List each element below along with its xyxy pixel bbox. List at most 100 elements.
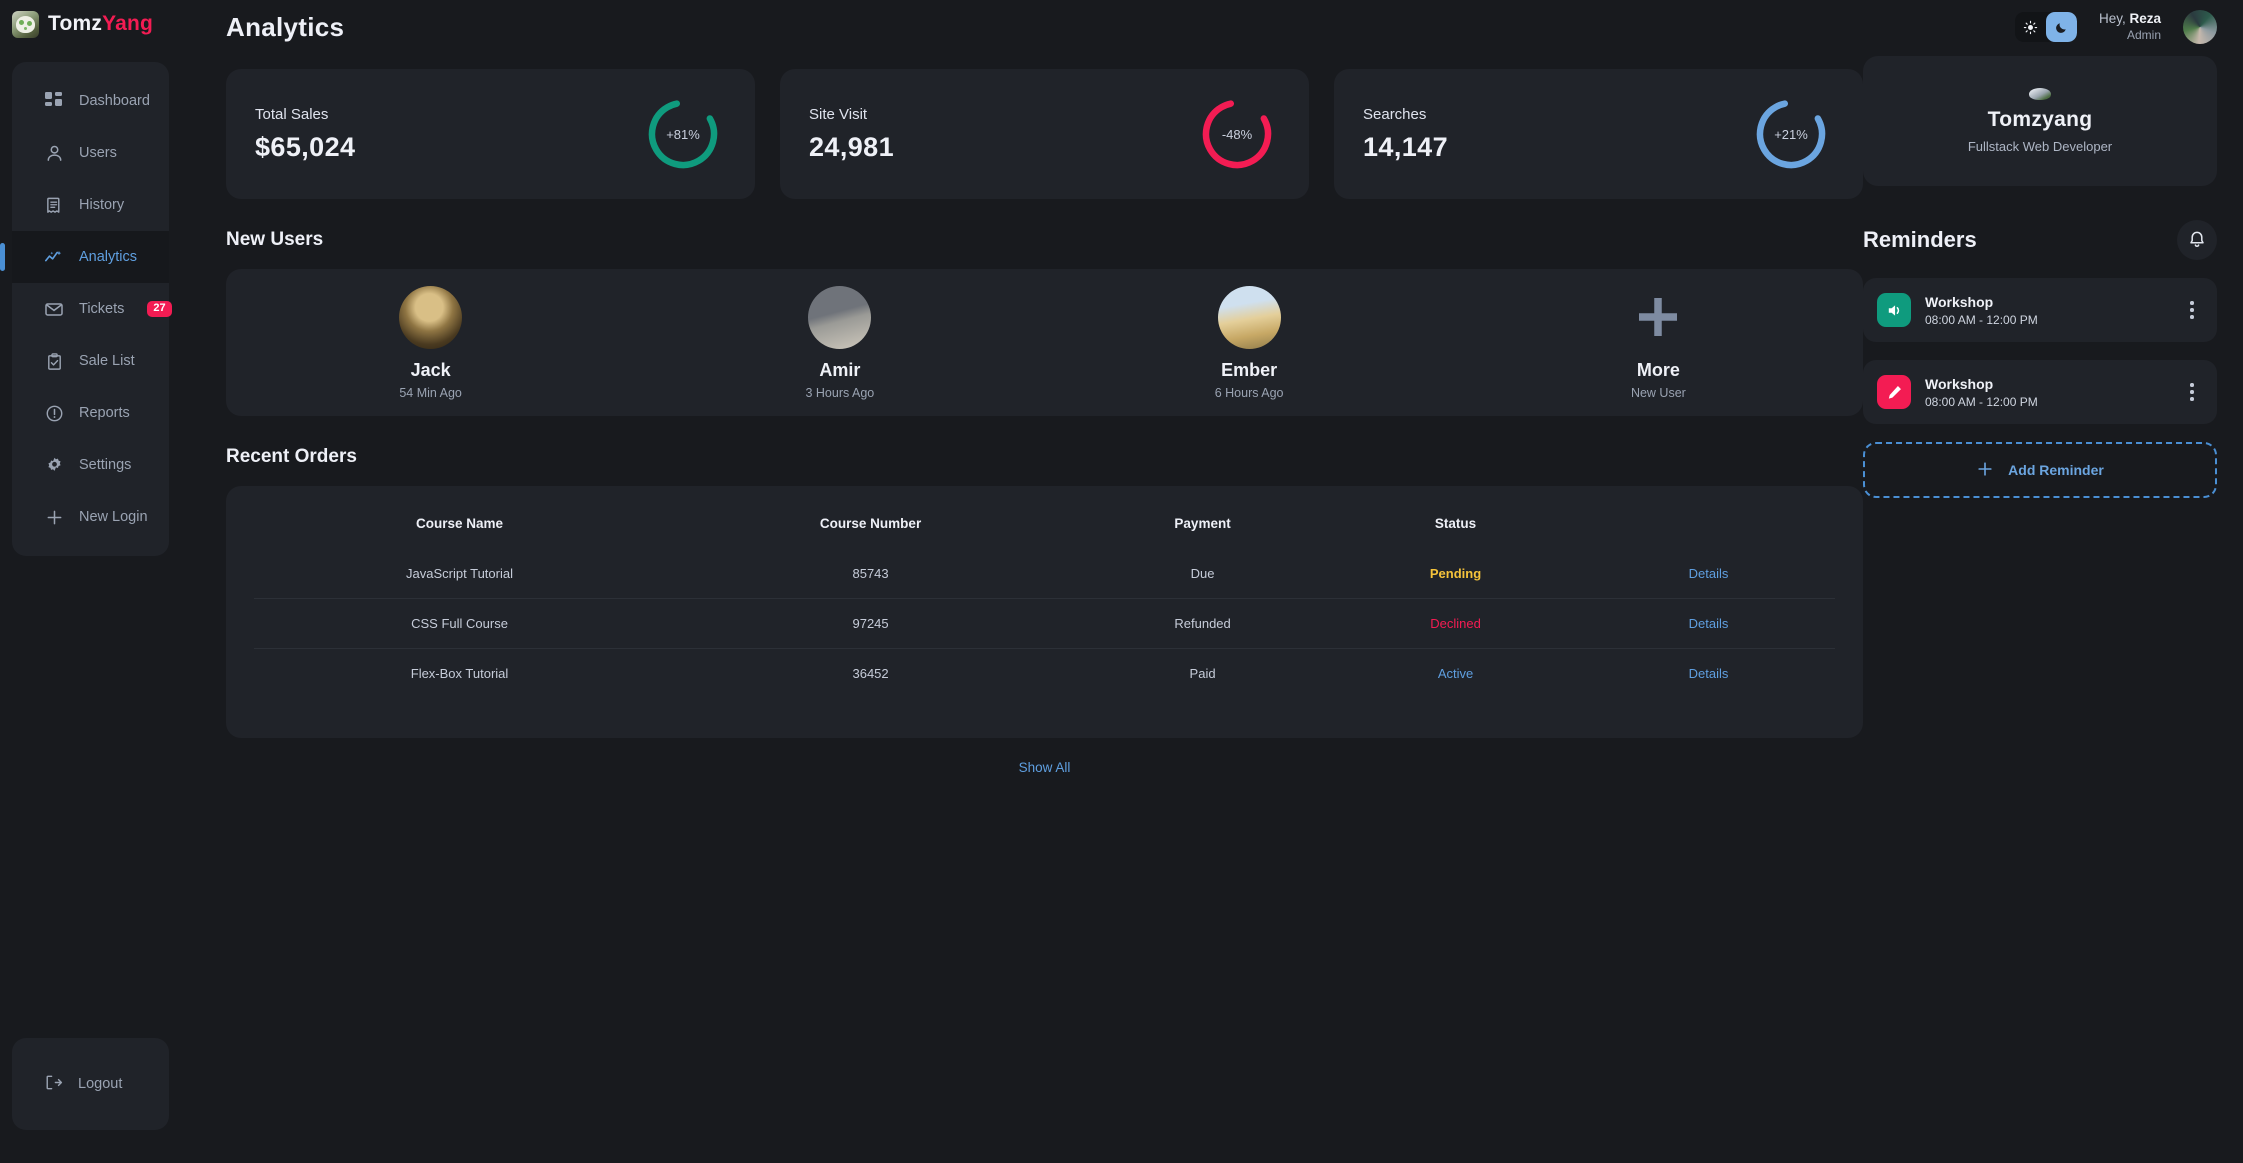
avatar[interactable] xyxy=(2183,10,2217,44)
add-new-user-item[interactable]: More New User xyxy=(1454,286,1863,400)
sidebar-item-tickets[interactable]: Tickets 27 xyxy=(12,283,172,335)
tickets-badge: 27 xyxy=(147,301,172,317)
new-user-name: Ember xyxy=(1221,359,1278,380)
greeting-prefix: Hey, xyxy=(2098,11,2130,27)
stat-cards-row: Total Sales $65,024 +81% Site Visit 24,9… xyxy=(226,69,1863,199)
new-users-panel: Jack 54 Min Ago Amir 3 Hours Ago Ember 6… xyxy=(226,269,1863,416)
greeting-line: Hey, Reza xyxy=(2099,11,2161,28)
table-row: Flex-Box Tutorial 36452 Paid Active Deta… xyxy=(254,648,1835,698)
analytics-chart-icon xyxy=(44,247,64,267)
new-user-time: 6 Hours Ago xyxy=(1214,385,1284,400)
theme-toggle[interactable] xyxy=(2014,12,2077,42)
brand-name: TomzYang xyxy=(48,12,153,36)
stat-text: Site Visit 24,981 xyxy=(809,106,894,163)
sidebar: TomzYang Dashboard Users History Analyti… xyxy=(0,0,181,1163)
stat-progress-ring: +21% xyxy=(1752,95,1830,173)
active-indicator-bar xyxy=(0,243,5,271)
new-user-time: 54 Min Ago xyxy=(399,385,462,400)
logout-button[interactable]: Logout xyxy=(12,1073,122,1096)
column-header-actions xyxy=(1582,508,1835,549)
column-header-payment: Payment xyxy=(1174,516,1231,531)
dashboard-grid-icon xyxy=(44,91,64,111)
cell-payment: Paid xyxy=(1076,648,1330,698)
bell-icon[interactable] xyxy=(2177,220,2217,260)
add-new-user-sublabel: New User xyxy=(1630,385,1686,400)
add-reminder-button[interactable]: Add Reminder xyxy=(1863,442,2217,498)
sidebar-item-label: Sale List xyxy=(79,353,135,369)
avatar xyxy=(399,285,463,349)
new-user-item[interactable]: Ember 6 Hours Ago xyxy=(1045,285,1454,400)
stat-progress-ring: +81% xyxy=(644,95,722,173)
details-link[interactable]: Details xyxy=(1582,598,1835,649)
add-new-user-label: More xyxy=(1636,359,1680,380)
user-role: Admin xyxy=(2126,27,2161,42)
sidebar-item-history[interactable]: History xyxy=(12,179,169,231)
more-vertical-icon[interactable] xyxy=(2183,301,2201,319)
new-users-title: New Users xyxy=(226,229,324,250)
sidebar-item-users[interactable]: Users xyxy=(12,127,169,179)
main-area: Analytics Total Sales $65,024 +81% Site … xyxy=(181,0,2243,1163)
history-list-icon xyxy=(44,195,64,215)
more-vertical-icon[interactable] xyxy=(2183,383,2201,401)
stat-delta: -48% xyxy=(1221,126,1253,142)
stat-label: Searches xyxy=(1363,105,1427,123)
cell-course-name: Flex-Box Tutorial xyxy=(254,648,666,698)
sidebar-nav: Dashboard Users History Analytics Ticket… xyxy=(0,62,172,556)
moon-icon[interactable] xyxy=(2045,12,2077,42)
brand-logo-area[interactable]: TomzYang xyxy=(0,0,181,48)
app-logo-icon xyxy=(12,10,39,38)
profile-thumbnail xyxy=(2029,88,2051,100)
status-badge: Pending xyxy=(1429,566,1482,581)
user-name: Reza xyxy=(2129,11,2161,27)
app-root: TomzYang Dashboard Users History Analyti… xyxy=(0,0,2243,1163)
table-header-row: Course Name Course Number Payment Status xyxy=(254,508,1835,549)
column-header-course-number: Course Number xyxy=(819,516,922,531)
brand-name-part1: Tomz xyxy=(48,12,103,35)
show-all-link[interactable]: Show All xyxy=(226,760,1863,775)
greeting-block: Hey, Reza Admin xyxy=(2099,11,2161,43)
details-link[interactable]: Details xyxy=(1582,648,1835,698)
logout-panel: Logout xyxy=(12,1038,169,1130)
plus-icon xyxy=(1976,460,1994,481)
reminder-item[interactable]: Workshop 08:00 AM - 12:00 PM xyxy=(1863,278,2217,342)
sidebar-item-new-login[interactable]: New Login xyxy=(12,491,169,543)
cell-course-name: CSS Full Course xyxy=(254,598,666,649)
stat-value: $65,024 xyxy=(255,131,356,162)
cell-course-number: 97245 xyxy=(665,598,1077,649)
cell-payment: Due xyxy=(1190,566,1215,581)
gear-icon xyxy=(44,455,64,475)
table-head: Course Name Course Number Payment Status xyxy=(254,508,1835,549)
new-user-item[interactable]: Jack 54 Min Ago xyxy=(226,285,635,400)
topbar: Hey, Reza Admin xyxy=(2014,10,2217,44)
status-badge: Declined xyxy=(1329,598,1582,649)
sun-icon[interactable] xyxy=(2015,12,2046,42)
reminder-item[interactable]: Workshop 08:00 AM - 12:00 PM xyxy=(1863,360,2217,424)
new-user-name: Amir xyxy=(819,359,861,380)
table-body: JavaScript Tutorial 85743 Due Pending De… xyxy=(254,549,1835,698)
stat-label: Site Visit xyxy=(809,105,868,123)
stat-card-searches[interactable]: Searches 14,147 +21% xyxy=(1334,69,1863,199)
sidebar-item-dashboard[interactable]: Dashboard xyxy=(12,75,169,127)
stat-card-site-visit[interactable]: Site Visit 24,981 -48% xyxy=(780,69,1309,199)
table-row: JavaScript Tutorial 85743 Due Pending De… xyxy=(254,549,1835,599)
logout-label: Logout xyxy=(78,1076,123,1092)
sidebar-item-reports[interactable]: Reports xyxy=(12,387,169,439)
details-link[interactable]: Details xyxy=(1582,549,1835,599)
sidebar-item-label: Settings xyxy=(79,457,132,473)
stat-value: 14,147 xyxy=(1363,131,1448,162)
sidebar-item-analytics[interactable]: Analytics xyxy=(0,231,169,283)
sidebar-item-label: Reports xyxy=(79,405,130,421)
reminder-name: Workshop xyxy=(1925,293,1994,310)
stat-card-total-sales[interactable]: Total Sales $65,024 +81% xyxy=(226,69,755,199)
center-column: Analytics Total Sales $65,024 +81% Site … xyxy=(181,0,1863,1163)
sidebar-item-settings[interactable]: Settings xyxy=(12,439,169,491)
sidebar-item-sale-list[interactable]: Sale List xyxy=(12,335,169,387)
status-badge: Active xyxy=(1329,648,1582,698)
stat-progress-ring: -48% xyxy=(1198,95,1276,173)
add-reminder-label: Add Reminder xyxy=(2008,462,2104,478)
profile-card[interactable]: Tomzyang Fullstack Web Developer xyxy=(1863,56,2217,186)
profile-name: Tomzyang xyxy=(1987,108,2093,131)
plus-icon xyxy=(1627,286,1690,349)
stat-text: Total Sales $65,024 xyxy=(255,106,355,163)
new-user-item[interactable]: Amir 3 Hours Ago xyxy=(635,285,1044,400)
